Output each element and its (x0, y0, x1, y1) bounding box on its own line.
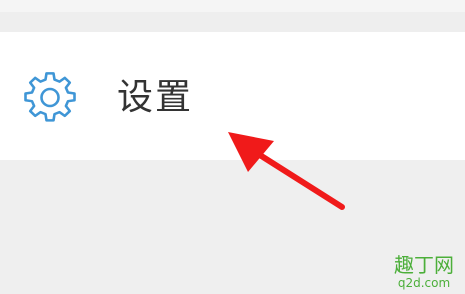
gear-icon (24, 72, 76, 124)
watermark-domain: q2d.com (397, 276, 451, 290)
settings-menu-item[interactable]: 设置 (0, 32, 465, 160)
watermark-logo: 趣丁网 (394, 253, 454, 277)
settings-label: 设置 (117, 77, 194, 118)
section-gap (0, 12, 465, 32)
top-strip (0, 0, 465, 12)
watermark: 趣丁网 q2d.com (389, 254, 459, 290)
